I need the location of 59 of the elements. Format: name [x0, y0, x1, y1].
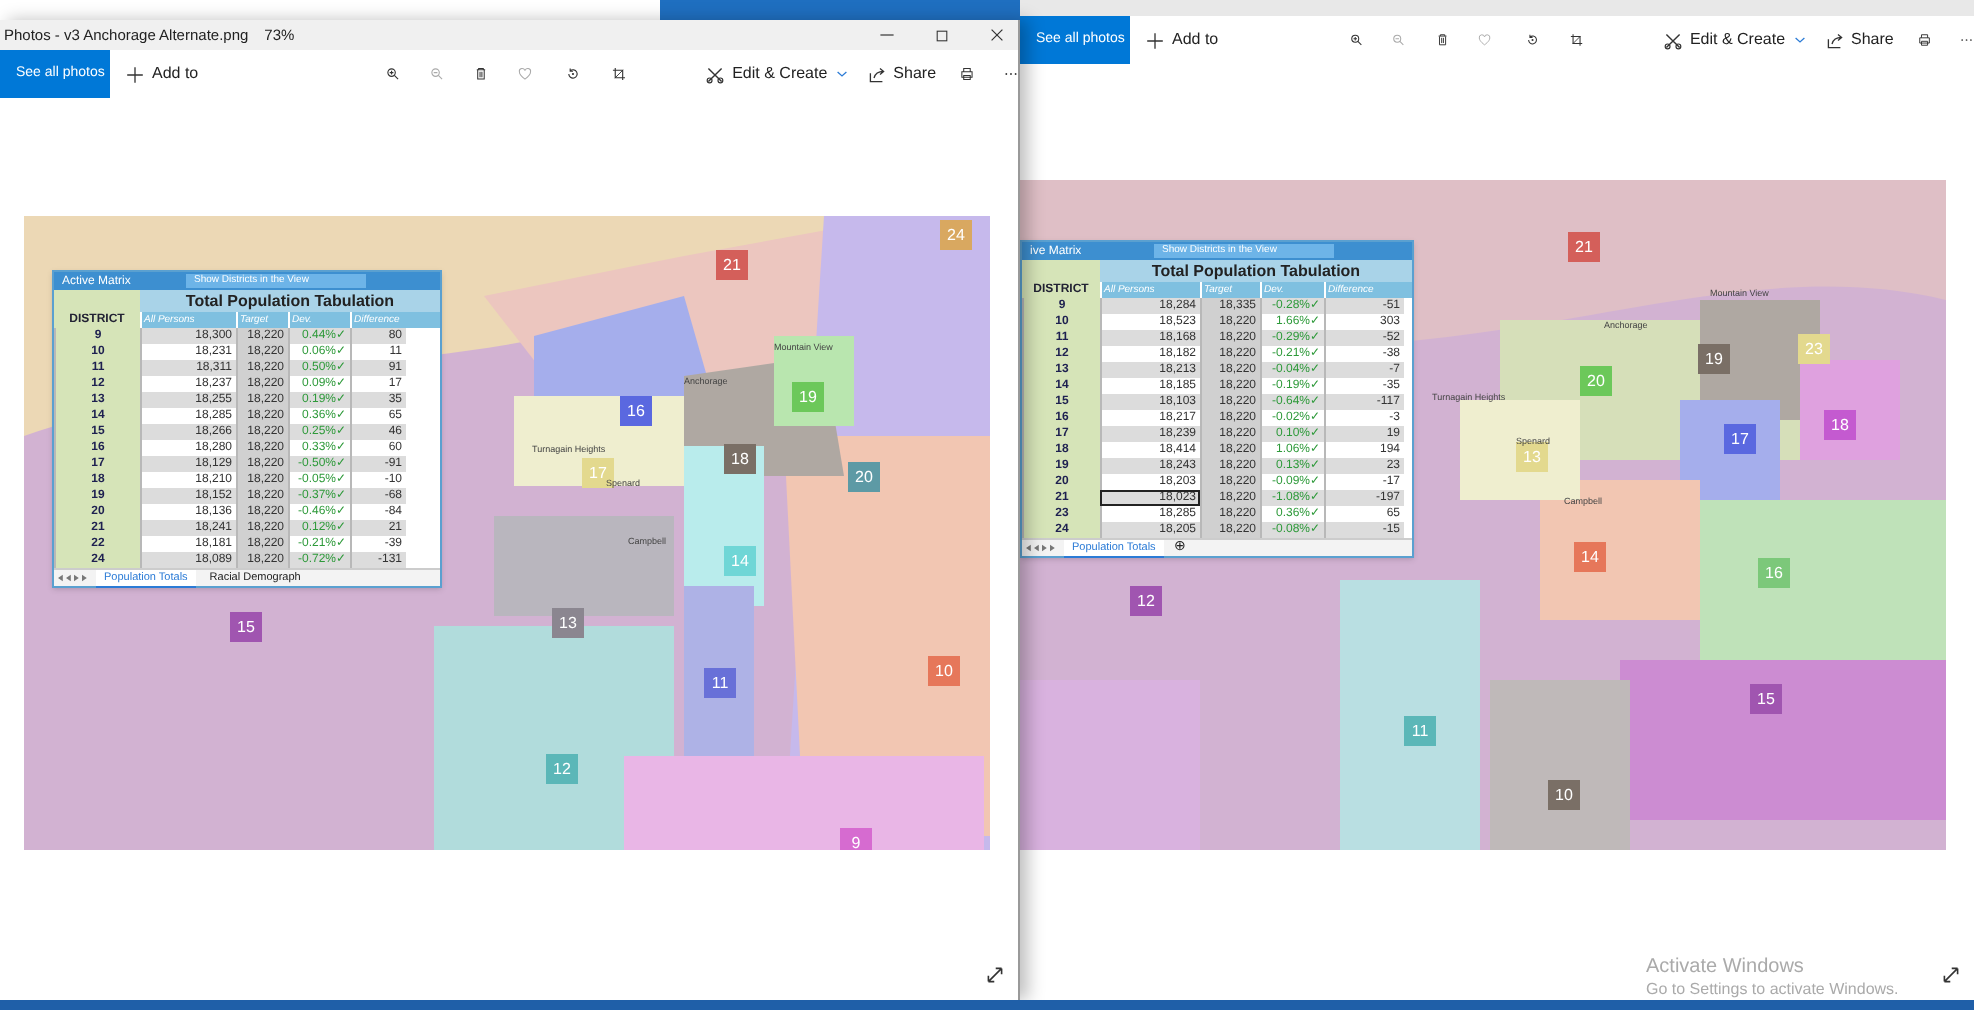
district-label: 15	[230, 612, 262, 642]
district-label: 24	[940, 220, 972, 250]
print-icon[interactable]	[1917, 30, 1931, 50]
sheet-nav-arrows-icon[interactable]	[1026, 544, 1058, 552]
district-label: 20	[1580, 366, 1612, 396]
edit-create-button[interactable]: Edit & Create	[706, 62, 848, 86]
trash-icon[interactable]	[1435, 30, 1449, 50]
district-label: 17	[1724, 424, 1756, 454]
add-to-button[interactable]: Add to	[126, 62, 199, 86]
maximize-icon[interactable]	[934, 27, 950, 43]
district-label: 21	[1568, 232, 1600, 262]
rotate-icon[interactable]	[566, 64, 581, 84]
district-label: 12	[1130, 586, 1162, 616]
plus-icon	[126, 65, 144, 83]
district-label: 11	[1404, 716, 1436, 746]
zoom-in-icon[interactable]	[1349, 30, 1363, 50]
table-heading: Total Population Tabulation	[1149, 260, 1363, 282]
crop-icon[interactable]	[612, 64, 627, 84]
district-label: 14	[1574, 542, 1606, 572]
district-label: 10	[928, 656, 960, 686]
district-label: 20	[848, 462, 880, 492]
expand-icon[interactable]	[1940, 964, 1962, 986]
scissors-icon	[706, 65, 725, 83]
activation-message: Go to Settings to activate Windows.	[1646, 980, 1899, 1000]
district-label: 18	[724, 444, 756, 474]
share-icon	[1825, 31, 1844, 49]
trash-icon[interactable]	[474, 64, 489, 84]
district-label: 15	[1750, 684, 1782, 714]
add-to-button[interactable]: Add to	[1146, 28, 1219, 52]
caret-icon	[1793, 34, 1806, 46]
edit-create-button[interactable]: Edit & Create	[1663, 28, 1806, 52]
zoom-in-icon[interactable]	[386, 64, 401, 84]
share-icon	[867, 65, 886, 83]
sheet-nav-arrows-icon[interactable]	[58, 574, 90, 582]
district-label: 13	[552, 608, 584, 638]
district-label: 14	[724, 546, 756, 576]
district-label: 9	[840, 828, 872, 850]
caret-icon	[835, 68, 848, 80]
scissors-icon	[1663, 31, 1682, 49]
expand-icon[interactable]	[984, 964, 1006, 986]
district-label: 18	[1824, 410, 1856, 440]
district-label: 19	[1698, 344, 1730, 374]
district-label: 11	[704, 668, 736, 698]
district-label: 16	[620, 396, 652, 426]
activation-title: Activate Windows	[1646, 956, 1806, 980]
share-button[interactable]: Share	[867, 62, 937, 86]
share-button[interactable]: Share	[1825, 28, 1894, 52]
district-label: 16	[1758, 558, 1790, 588]
plus-icon	[1146, 31, 1164, 49]
district-label: 10	[1548, 780, 1580, 810]
crop-icon[interactable]	[1570, 30, 1584, 50]
district-label: 23	[1798, 334, 1830, 364]
district-label: 12	[546, 754, 578, 784]
rotate-icon[interactable]	[1525, 30, 1539, 50]
district-label: 19	[792, 382, 824, 412]
print-icon[interactable]	[960, 64, 974, 84]
table-heading: Total Population Tabulation	[183, 290, 397, 312]
close-icon[interactable]	[988, 26, 1006, 44]
district-label: 21	[716, 250, 748, 280]
